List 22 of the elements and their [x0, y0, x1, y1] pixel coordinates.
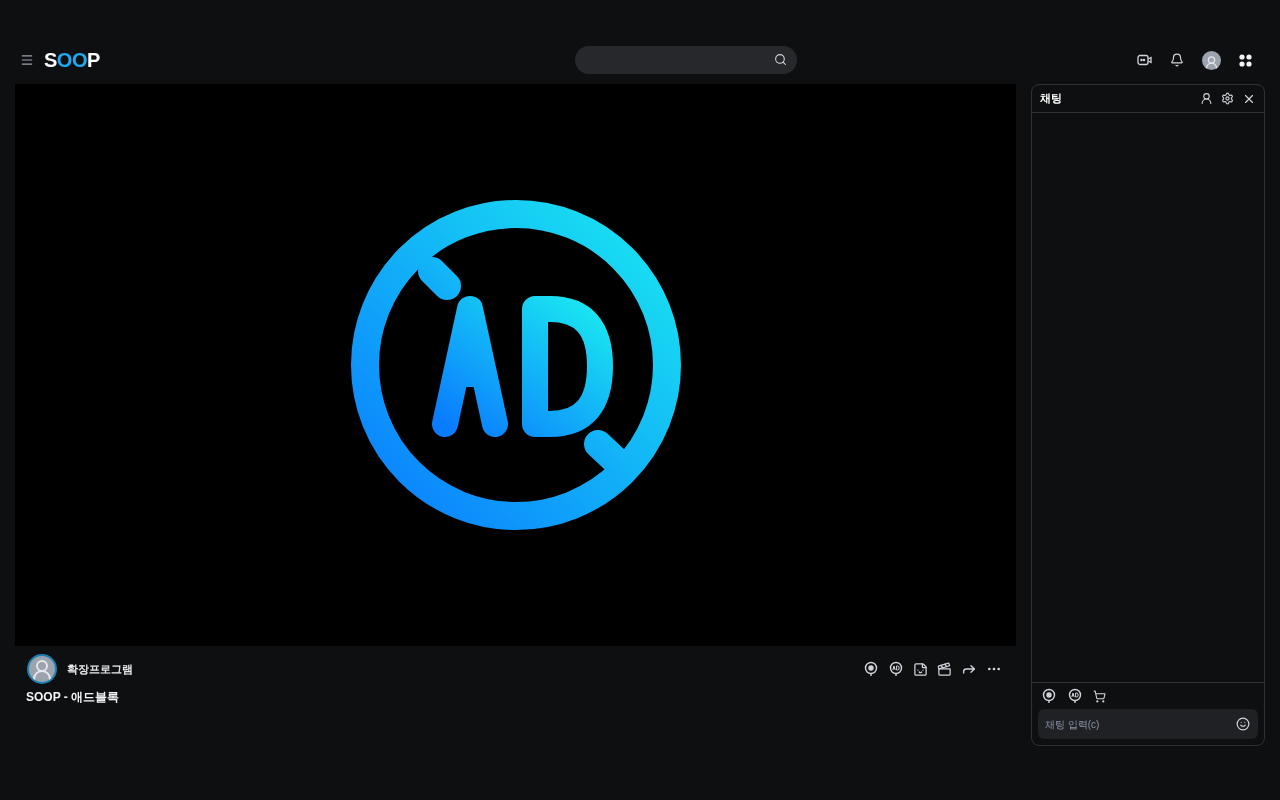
user-list-icon[interactable]	[1200, 92, 1213, 105]
cart-icon[interactable]	[1093, 689, 1106, 703]
chat-title: 채팅	[1040, 91, 1062, 107]
avatar[interactable]	[1202, 50, 1221, 70]
logo[interactable]: SOOP	[44, 45, 100, 75]
apps-icon[interactable]	[1239, 53, 1252, 67]
settings-icon[interactable]	[1221, 92, 1234, 105]
chat-input-field[interactable]: 채팅 입력(c)	[1038, 709, 1258, 739]
bell-icon[interactable]	[1170, 53, 1184, 67]
ad-pin-icon[interactable]	[1067, 688, 1083, 704]
search-field[interactable]	[575, 46, 797, 74]
emoji-icon[interactable]	[1236, 717, 1250, 731]
sticker-icon[interactable]	[913, 661, 928, 677]
video-player[interactable]	[15, 84, 1016, 646]
ad-pin-icon[interactable]	[888, 661, 904, 677]
menu-icon[interactable]	[20, 53, 34, 67]
channel-avatar[interactable]	[27, 654, 57, 684]
video-camera-icon[interactable]	[1137, 54, 1152, 66]
channel-name[interactable]: 확장프로그램	[67, 660, 133, 678]
search-icon[interactable]	[774, 53, 787, 66]
stream-title: SOOP - 애드블록	[25, 689, 121, 706]
clapperboard-icon[interactable]	[937, 661, 952, 677]
